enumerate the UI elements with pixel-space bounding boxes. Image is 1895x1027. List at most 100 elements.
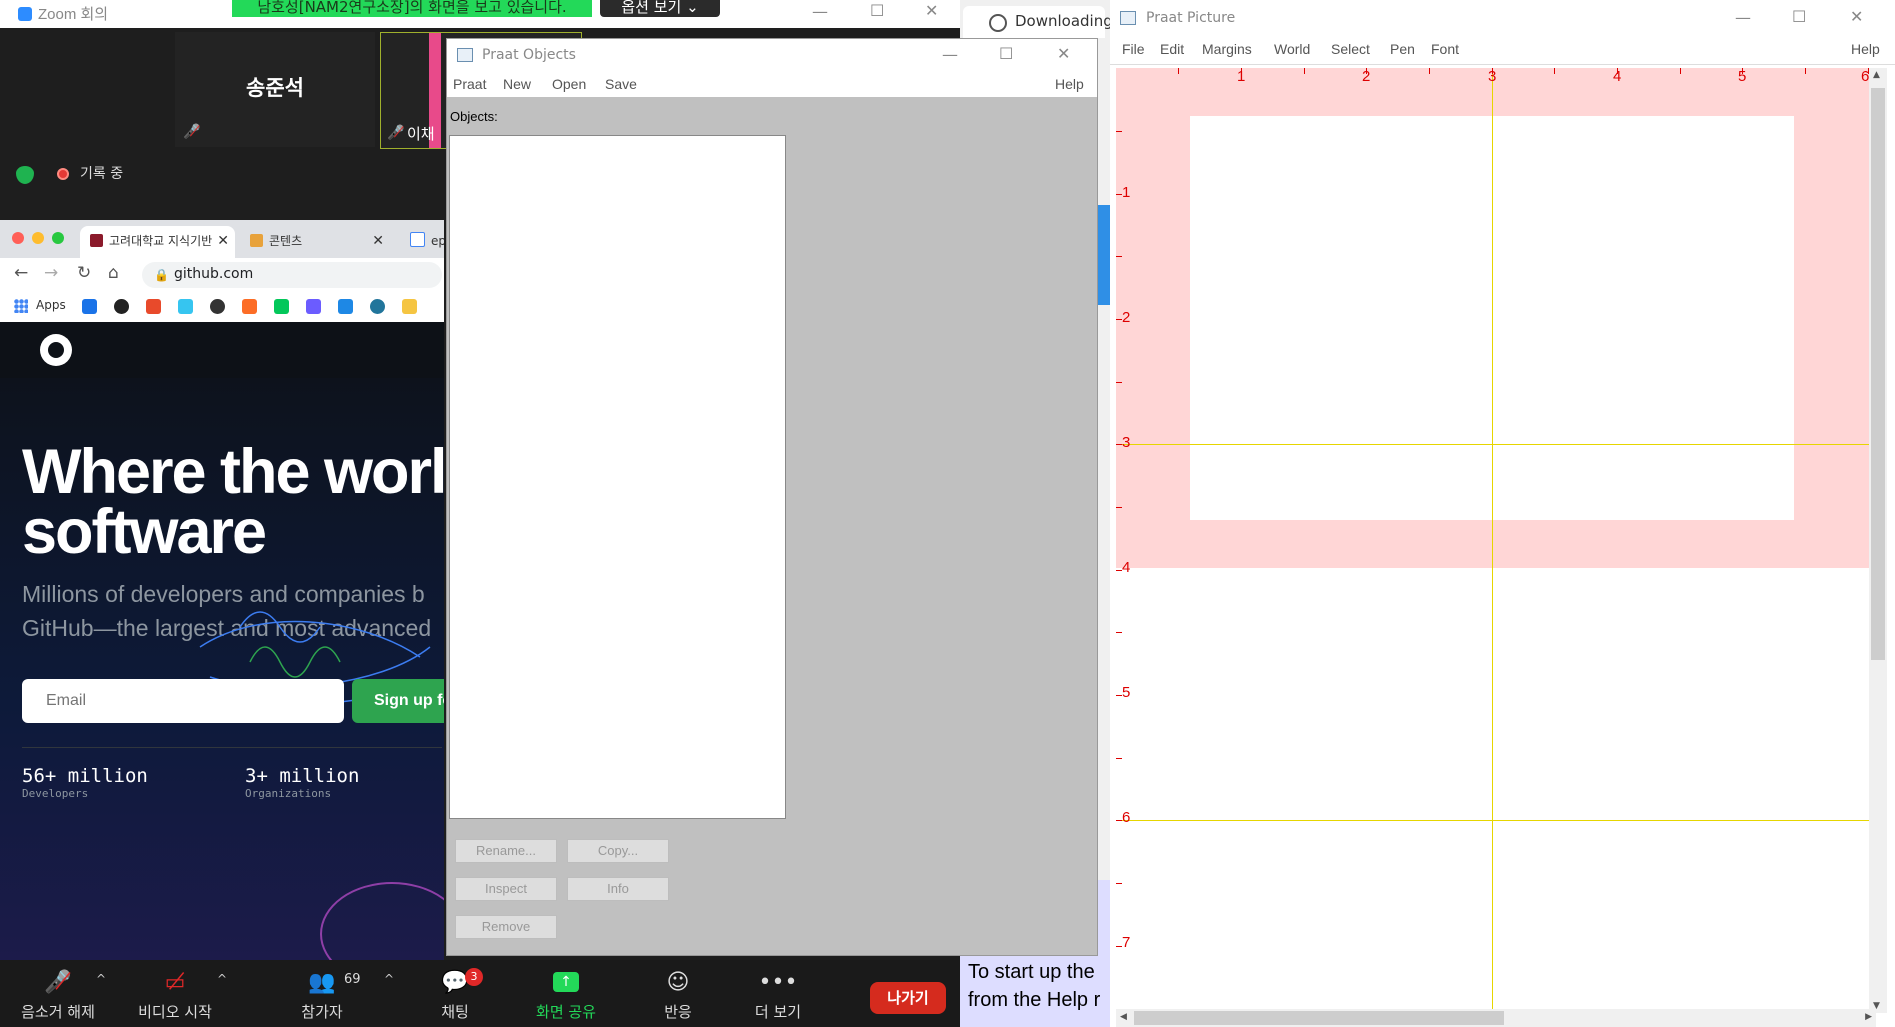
menu-margins[interactable]: Margins <box>1202 41 1252 57</box>
chat-button[interactable]: 💬 3 채팅 <box>405 960 505 1027</box>
bookmark-d-icon[interactable] <box>306 299 321 314</box>
ruler-tick <box>1429 68 1430 74</box>
inspect-button[interactable]: Inspect <box>455 877 557 901</box>
maximize-icon[interactable]: ☐ <box>870 1 884 20</box>
ruler-tick <box>1116 507 1122 508</box>
bookmark-scholar-icon[interactable] <box>338 299 353 314</box>
ruler-tick <box>1554 68 1555 74</box>
tab-close-icon[interactable]: ✕ <box>372 226 384 256</box>
ruler-label-x: 3 <box>1488 68 1497 85</box>
reload-icon[interactable]: ↻ <box>77 263 91 283</box>
browser-toolbar: ← → ↻ ⌂ 🔒 github.com <box>0 258 444 293</box>
menu-edit[interactable]: Edit <box>1160 41 1184 57</box>
start-video-button[interactable]: ▭̸ 비디오 시작 ^ <box>125 960 227 1027</box>
forward-arrow-icon[interactable]: → <box>44 263 58 283</box>
divider <box>22 747 442 748</box>
scroll-left-icon[interactable]: ◀ <box>1120 1012 1127 1022</box>
minimize-icon[interactable]: — <box>1735 8 1751 27</box>
content-favicon-icon <box>250 234 263 247</box>
muted-mic-icon: 🎤̸ <box>183 124 201 140</box>
rename-button[interactable]: Rename... <box>455 839 557 863</box>
menu-world[interactable]: World <box>1274 41 1310 57</box>
horizontal-scrollbar[interactable]: ◀ ▶ <box>1116 1009 1876 1027</box>
share-screen-button[interactable]: ↑ 화면 공유 <box>516 960 616 1027</box>
email-field[interactable] <box>22 679 344 723</box>
menu-file[interactable]: File <box>1122 41 1145 57</box>
menu-pen[interactable]: Pen <box>1390 41 1415 57</box>
chevron-up-icon[interactable]: ^ <box>96 972 106 986</box>
menu-select[interactable]: Select <box>1331 41 1370 57</box>
participant-tile[interactable]: 송준석 🎤̸ <box>175 32 375 147</box>
scroll-up-icon[interactable]: ▲ <box>1873 70 1880 80</box>
participant-name: 이채 <box>407 125 435 143</box>
menu-font[interactable]: Font <box>1431 41 1459 57</box>
recording-status: 기록 중 <box>80 166 124 182</box>
menu-help[interactable]: Help <box>1851 41 1880 57</box>
zoom-traffic-light[interactable] <box>52 232 64 244</box>
picture-canvas[interactable]: 1 2 3 4 5 6 1 2 3 4 5 6 7 <box>1116 68 1876 1013</box>
share-up-arrow-icon: ↑ <box>553 972 579 992</box>
close-icon[interactable]: ✕ <box>1850 7 1863 26</box>
bookmark-wordpress-icon[interactable] <box>370 299 385 314</box>
address-bar[interactable]: 🔒 github.com <box>142 262 442 288</box>
menu-help[interactable]: Help <box>1055 76 1084 92</box>
bookmark-openai-icon[interactable] <box>210 299 225 314</box>
browser-tab[interactable]: ep <box>400 226 444 258</box>
close-icon[interactable]: ✕ <box>1057 44 1070 63</box>
muted-mic-icon: 🎤̸ <box>387 125 405 141</box>
ruler-label-y: 1 <box>1122 184 1131 201</box>
objects-list[interactable] <box>449 135 786 819</box>
maximize-icon[interactable]: ☐ <box>999 44 1013 63</box>
bookmark-globe-icon[interactable] <box>114 299 129 314</box>
vertical-scrollbar[interactable]: ▲ ▼ <box>1869 68 1887 1013</box>
close-traffic-light[interactable] <box>12 232 24 244</box>
apps-label[interactable]: Apps <box>36 298 66 312</box>
bookmark-m-icon[interactable] <box>82 299 97 314</box>
home-icon[interactable]: ⌂ <box>108 263 119 283</box>
browser-tab[interactable]: 고려대학교 지식기반 ✕ <box>80 226 235 258</box>
minimize-traffic-light[interactable] <box>32 232 44 244</box>
leave-button[interactable]: 나가기 <box>870 982 946 1014</box>
bookmark-eye-icon[interactable] <box>146 299 161 314</box>
view-options-button[interactable]: 옵션 보기 ⌄ <box>600 0 720 17</box>
apps-grid-icon[interactable] <box>14 299 28 313</box>
bookmark-naver-icon[interactable] <box>274 299 289 314</box>
scroll-thumb[interactable] <box>1134 1011 1504 1025</box>
security-shield-icon[interactable] <box>16 166 34 184</box>
globe-icon <box>989 14 1007 32</box>
ruler-label-x: 4 <box>1613 68 1622 85</box>
chevron-up-icon[interactable]: ^ <box>384 972 394 986</box>
menu-praat[interactable]: Praat <box>453 76 486 92</box>
bookmark-gitlab-icon[interactable] <box>242 299 257 314</box>
scroll-thumb[interactable] <box>1871 88 1885 660</box>
bookmark-slack-icon[interactable] <box>178 299 193 314</box>
menu-new[interactable]: New <box>503 76 531 92</box>
downloading-label: Downloading <box>1015 12 1113 30</box>
copy-button[interactable]: Copy... <box>567 839 669 863</box>
remove-button[interactable]: Remove <box>455 915 557 939</box>
sign-up-button[interactable]: Sign up fo <box>352 679 444 723</box>
minimize-icon[interactable]: — <box>942 45 958 64</box>
menu-open[interactable]: Open <box>552 76 586 92</box>
scroll-right-icon[interactable]: ▶ <box>1865 1012 1872 1022</box>
maximize-icon[interactable]: ☐ <box>1792 7 1806 26</box>
ruler-label-y: 4 <box>1122 559 1131 576</box>
minimize-icon[interactable]: — <box>812 2 828 21</box>
tab-close-icon[interactable]: ✕ <box>217 226 229 256</box>
more-button[interactable]: ••• 더 보기 <box>728 960 828 1027</box>
browser-tab[interactable]: 콘텐츠 ✕ <box>240 226 390 258</box>
menu-save[interactable]: Save <box>605 76 637 92</box>
grid-line-vertical <box>1492 68 1493 1013</box>
praat-objects-titlebar: Praat Objects — ☐ ✕ <box>447 39 1097 71</box>
meeting-toolbar: 🎤̸ 음소거 해제 ^ ▭̸ 비디오 시작 ^ 👥 69 참가자 ^ 💬 3 채… <box>0 960 960 1027</box>
github-logo-icon[interactable] <box>40 334 72 366</box>
participants-button[interactable]: 👥 69 참가자 ^ <box>272 960 394 1027</box>
unmute-button[interactable]: 🎤̸ 음소거 해제 ^ <box>8 960 108 1027</box>
back-arrow-icon[interactable]: ← <box>14 263 28 283</box>
reactions-button[interactable]: ☺ 반응 <box>628 960 728 1027</box>
close-icon[interactable]: ✕ <box>925 1 938 20</box>
info-button[interactable]: Info <box>567 877 669 901</box>
bookmark-cat-icon[interactable] <box>402 299 417 314</box>
chevron-up-icon[interactable]: ^ <box>217 972 227 986</box>
ruler-tick <box>1178 68 1179 74</box>
